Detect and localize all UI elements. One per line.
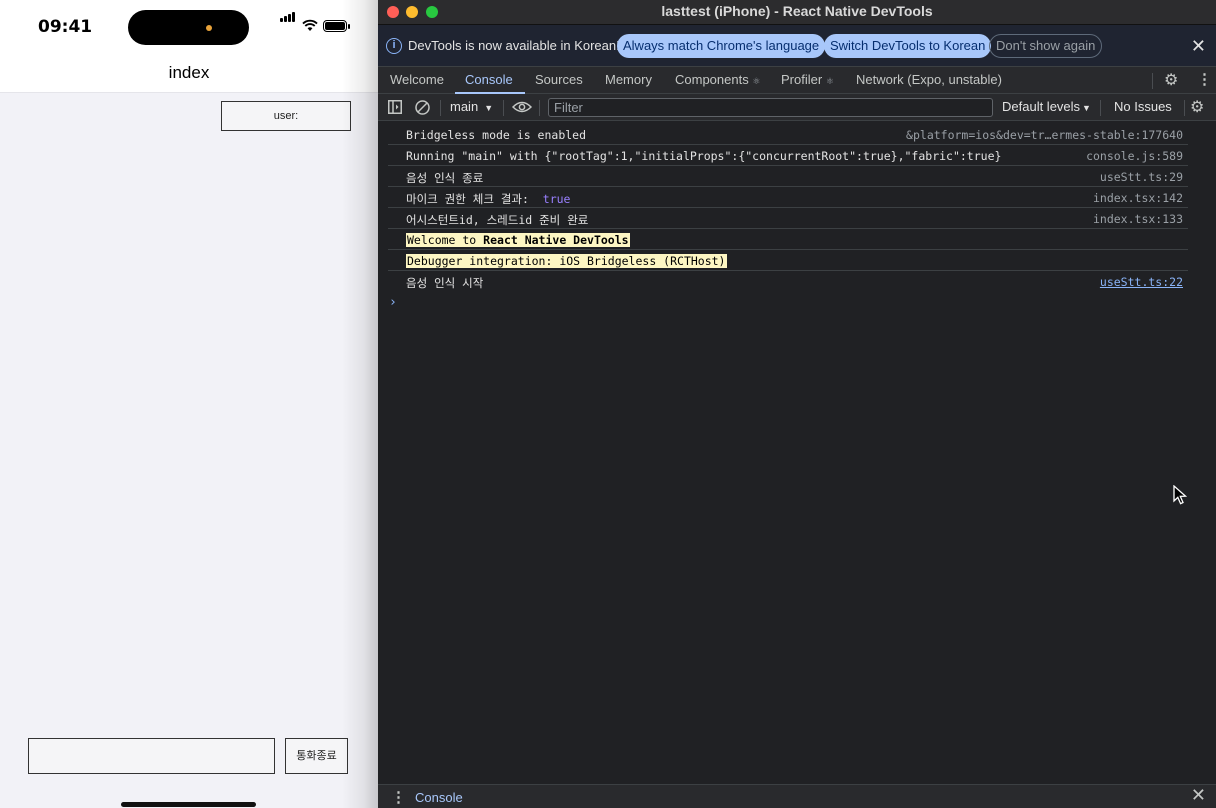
chevron-down-icon: ▼ (1082, 103, 1091, 113)
end-call-button[interactable]: 통화종료 (285, 738, 348, 774)
close-icon[interactable]: ✕ (1191, 36, 1206, 57)
page-title: index (168, 63, 210, 82)
console-message: Debugger integration: iOS Bridgeless (RC… (388, 250, 1188, 271)
react-icon: ⚛ (825, 76, 834, 86)
console-message-text: 음성 인식 종료 (406, 171, 484, 185)
console-toolbar: main ▼ Filter Default levels ▼ No Issues ⚙ (378, 94, 1216, 121)
ios-simulator: 09:41 index user: 통화종료 (0, 0, 378, 808)
console-message-text: Debugger integration: iOS Bridgeless (RC… (406, 254, 727, 268)
tab-welcome[interactable]: Welcome (390, 67, 444, 93)
tab-network[interactable]: Network (Expo, unstable) (856, 67, 1002, 93)
console-message-source[interactable]: index.tsx:142 (1093, 191, 1183, 205)
tab-label: Profiler (781, 72, 823, 87)
infobar-message: DevTools is now available in Korean! (408, 38, 620, 53)
close-drawer-icon[interactable]: ✕ (1191, 785, 1206, 806)
console-message-text: 마이크 권한 체크 결과: true (406, 191, 570, 207)
camera-indicator (206, 25, 212, 31)
dynamic-island (128, 10, 249, 45)
status-bar: 09:41 (0, 0, 378, 52)
console-message: Welcome to React Native DevTools (388, 229, 1188, 250)
toolbar-divider (440, 100, 441, 116)
status-time: 09:41 (38, 17, 93, 37)
console-message-source[interactable]: &platform=ios&dev=tr…ermes-stable:177640 (906, 128, 1183, 142)
toolbar-divider (503, 100, 504, 116)
welcome-bold: React Native DevTools (483, 233, 629, 247)
home-indicator[interactable] (121, 802, 256, 807)
window-titlebar: lasttest (iPhone) - React Native DevTool… (378, 0, 1216, 25)
tab-sources[interactable]: Sources (535, 67, 583, 93)
console-prompt-chevron-icon[interactable]: › (389, 295, 397, 310)
log-levels-dropdown[interactable]: Default levels ▼ (1002, 99, 1091, 114)
toolbar-divider (1184, 100, 1185, 116)
tab-label: Network (Expo, unstable) (856, 72, 1002, 87)
tab-label: Components (675, 72, 749, 87)
context-selector[interactable]: main ▼ (450, 99, 493, 114)
always-match-language-button[interactable]: Always match Chrome's language (617, 34, 826, 58)
info-icon: i (386, 38, 402, 54)
console-message-source[interactable]: useStt.ts:29 (1100, 170, 1183, 184)
tab-label: Memory (605, 72, 652, 87)
console-drawer: ⋮ Console ✕ (378, 784, 1216, 808)
console-boolean-value[interactable]: true (543, 192, 571, 206)
issues-counter[interactable]: No Issues (1114, 99, 1172, 114)
switch-to-korean-button[interactable]: Switch DevTools to Korean (824, 34, 992, 58)
window-shadow (342, 0, 378, 808)
tab-console[interactable]: Console (455, 67, 525, 94)
drawer-tab-console[interactable]: Console (415, 790, 463, 805)
toolbar-divider (1152, 73, 1153, 89)
console-message: 음성 인식 시작 useStt.ts:22 (388, 271, 1188, 292)
console-message-text: Welcome to React Native DevTools (406, 233, 630, 247)
tab-label: Sources (535, 72, 583, 87)
message-input[interactable] (28, 738, 275, 774)
console-message: Running "main" with {"rootTag":1,"initia… (388, 145, 1188, 166)
user-label-box: user: (221, 101, 351, 131)
console-message: 마이크 권한 체크 결과: true index.tsx:142 (388, 187, 1188, 208)
highlighted-message: Welcome to React Native DevTools (406, 233, 630, 247)
devtools-window: lasttest (iPhone) - React Native DevTool… (378, 0, 1216, 808)
window-title: lasttest (iPhone) - React Native DevTool… (661, 3, 933, 19)
mouse-cursor-icon (1173, 485, 1187, 505)
chevron-down-icon: ▼ (484, 103, 494, 113)
toolbar-divider (1100, 100, 1101, 116)
console-output: Bridgeless mode is enabled &platform=ios… (378, 122, 1216, 784)
more-options-icon[interactable]: ⋮ (1197, 70, 1212, 88)
context-label: main (450, 99, 479, 114)
language-infobar: i DevTools is now available in Korean! A… (378, 25, 1216, 67)
tab-label: Welcome (390, 72, 444, 87)
settings-gear-icon[interactable]: ⚙ (1164, 70, 1178, 90)
console-message: 음성 인식 종료 useStt.ts:29 (388, 166, 1188, 187)
toolbar-divider (539, 100, 540, 116)
console-message-text: Bridgeless mode is enabled (406, 128, 587, 142)
console-message-source[interactable]: console.js:589 (1086, 149, 1183, 163)
tab-memory[interactable]: Memory (605, 67, 652, 93)
panel-tabs: Welcome Console Sources Memory Component… (378, 67, 1216, 94)
clear-console-icon[interactable] (415, 100, 430, 115)
react-icon: ⚛ (752, 76, 761, 86)
welcome-prefix: Welcome to (407, 233, 484, 247)
console-settings-gear-icon[interactable]: ⚙ (1190, 97, 1204, 117)
eye-icon[interactable] (512, 101, 532, 113)
dont-show-again-button[interactable]: Don't show again (989, 34, 1103, 58)
tab-label: Console (465, 72, 513, 87)
console-message-source-link[interactable]: useStt.ts:22 (1100, 275, 1183, 289)
console-message-label: 마이크 권한 체크 결과: (406, 192, 529, 206)
tab-profiler[interactable]: Profiler ⚛ (781, 67, 834, 93)
highlighted-message: Debugger integration: iOS Bridgeless (RC… (406, 254, 727, 268)
wifi-icon (302, 19, 318, 31)
navigation-bar: index (0, 52, 378, 93)
console-message-text: 음성 인식 시작 (406, 276, 484, 290)
console-message: 어시스턴트id, 스레드id 준비 완료 index.tsx:133 (388, 208, 1188, 229)
tab-components[interactable]: Components ⚛ (675, 67, 760, 93)
toggle-sidebar-icon[interactable] (388, 100, 402, 114)
levels-label: Default levels (1002, 99, 1081, 114)
console-message: Bridgeless mode is enabled &platform=ios… (388, 124, 1188, 145)
console-message-text: Running "main" with {"rootTag":1,"initia… (406, 149, 1002, 163)
drawer-menu-icon[interactable]: ⋮ (391, 788, 406, 806)
console-message-text: 어시스턴트id, 스레드id 준비 완료 (406, 213, 589, 227)
console-message-source[interactable]: index.tsx:133 (1093, 212, 1183, 226)
filter-input[interactable]: Filter (548, 98, 993, 117)
